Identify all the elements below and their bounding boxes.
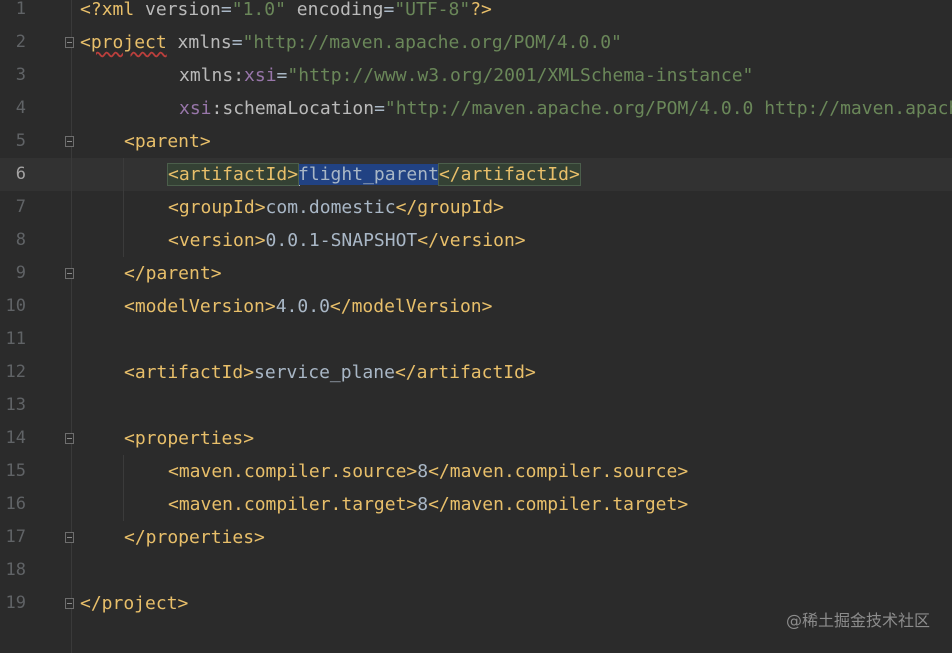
line-number: 1	[15, 0, 26, 19]
line-number: 13	[5, 395, 26, 415]
code-line-16: <maven.compiler.target>8</maven.compiler…	[168, 494, 689, 515]
code-area[interactable]: <?xml version="1.0" encoding="UTF-8"?> <…	[72, 0, 952, 653]
code-line-4: xsi:schemaLocation="http://maven.apache.…	[179, 98, 952, 119]
line-number: 16	[5, 494, 26, 514]
line-number-gutter[interactable]: 1 2 3 4 5 6 7 8 9 10 11 12 13 14 15 16 1…	[0, 0, 72, 653]
line-number: 14	[5, 428, 26, 448]
selected-text: flight_parent	[298, 164, 439, 185]
indent-guide	[123, 455, 124, 521]
line-number-current: 6	[15, 164, 26, 184]
line-number: 17	[5, 527, 26, 547]
code-line-1: <?xml version="1.0" encoding="UTF-8"?>	[80, 0, 492, 20]
code-editor[interactable]: 1 2 3 4 5 6 7 8 9 10 11 12 13 14 15 16 1…	[0, 0, 952, 653]
code-line-10: <modelVersion>4.0.0</modelVersion>	[124, 296, 493, 317]
line-number: 3	[15, 65, 26, 85]
code-line-6: <artifactId>flight_parent</artifactId>	[166, 158, 581, 191]
code-line-3: xmlns:xsi="http://www.w3.org/2001/XMLSch…	[179, 65, 754, 86]
watermark: @稀土掘金技术社区	[785, 611, 930, 630]
code-line-14: <properties>	[124, 428, 255, 449]
line-number: 15	[5, 461, 26, 481]
line-number: 9	[15, 263, 26, 283]
line-number: 7	[15, 197, 26, 217]
code-line-15: <maven.compiler.source>8</maven.compiler…	[168, 461, 689, 482]
line-number: 18	[5, 560, 26, 580]
line-number: 11	[5, 329, 26, 349]
code-line-5: <parent>	[124, 131, 211, 152]
line-number: 10	[5, 296, 26, 316]
line-number: 4	[15, 98, 26, 118]
matched-open-tag: <artifactId>	[166, 163, 300, 186]
code-line-12: <artifactId>service_plane</artifactId>	[124, 362, 536, 383]
code-line-7: <groupId>com.domestic</groupId>	[168, 197, 504, 218]
code-line-19: </project>	[80, 593, 189, 614]
line-number: 5	[15, 131, 26, 151]
line-number: 8	[15, 230, 26, 250]
code-line-17: </properties>	[124, 527, 265, 548]
line-number: 19	[5, 593, 26, 613]
matched-close-tag: </artifactId>	[437, 163, 581, 186]
line-number: 12	[5, 362, 26, 382]
code-line-8: <version>0.0.1-SNAPSHOT</version>	[168, 230, 526, 251]
line-number: 2	[15, 32, 26, 52]
code-line-9: </parent>	[124, 263, 222, 284]
indent-guide	[123, 158, 124, 257]
code-line-2: <project xmlns="http://maven.apache.org/…	[80, 32, 622, 53]
